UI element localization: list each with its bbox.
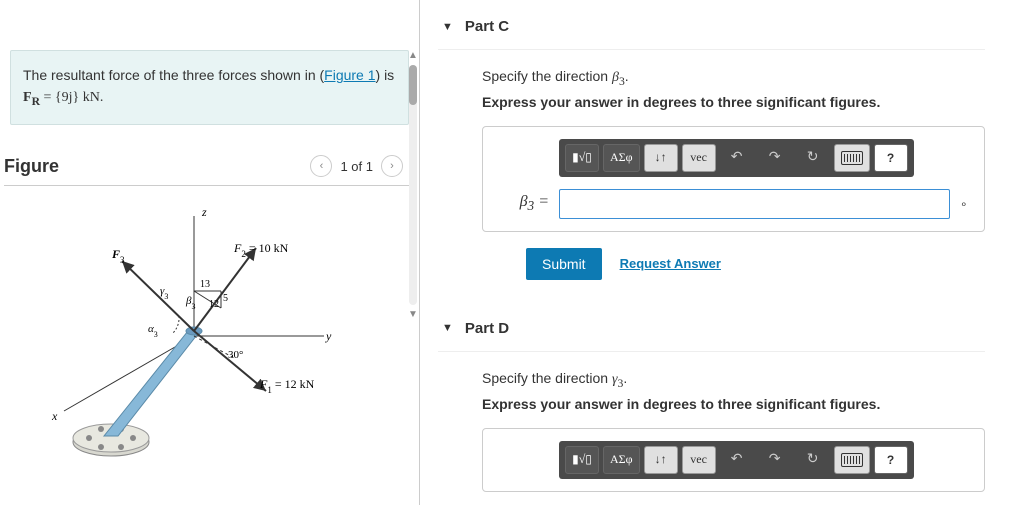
figure-link[interactable]: Figure 1 bbox=[324, 67, 375, 83]
undo-button[interactable]: ↶ bbox=[720, 446, 754, 474]
gamma3sub: 3 bbox=[164, 292, 168, 301]
keyboard-icon bbox=[841, 151, 863, 165]
part-d-question: Specify the direction γ3. bbox=[482, 370, 985, 390]
caret-down-icon: ▼ bbox=[442, 322, 453, 334]
reset-button[interactable]: ↻ bbox=[796, 446, 830, 474]
redo-button[interactable]: ↷ bbox=[758, 144, 792, 172]
answer-var-label: β3 = bbox=[503, 193, 549, 214]
equation-sub: R bbox=[32, 95, 40, 108]
figure-nav-text: 1 of 1 bbox=[340, 159, 373, 174]
figure-nav: ‹ 1 of 1 › bbox=[310, 155, 403, 177]
right-panel: ▼ Part C Specify the direction β3. Expre… bbox=[420, 0, 1009, 505]
subsup-button[interactable]: ↓↑ bbox=[644, 144, 678, 172]
axis-y: y bbox=[325, 329, 332, 343]
svg-text:α3: α3 bbox=[148, 323, 158, 339]
vec-button[interactable]: vec bbox=[682, 446, 716, 474]
equation-lhs: F bbox=[23, 90, 32, 105]
svg-text:F2 = 10 kN: F2 = 10 kN bbox=[233, 241, 289, 259]
answer-input[interactable] bbox=[559, 189, 950, 219]
greek-button[interactable]: ΑΣφ bbox=[603, 446, 640, 474]
part-c-header[interactable]: ▼ Part C bbox=[438, 0, 985, 50]
request-answer-link[interactable]: Request Answer bbox=[620, 256, 721, 271]
axis-x: x bbox=[51, 409, 58, 423]
scroll-down-icon: ▼ bbox=[408, 309, 418, 320]
left-panel: The resultant force of the three forces … bbox=[0, 0, 420, 505]
part-d-instruction: Express your answer in degrees to three … bbox=[482, 396, 985, 412]
svg-text:F3: F3 bbox=[111, 247, 125, 265]
tri-13: 13 bbox=[200, 279, 210, 290]
part-c-question: Specify the direction β3. bbox=[482, 68, 985, 88]
tri-12: 12 bbox=[209, 299, 219, 310]
part-c-body: Specify the direction β3. Express your a… bbox=[438, 50, 985, 302]
part-d-header[interactable]: ▼ Part D bbox=[438, 302, 985, 352]
alpha3sub: 3 bbox=[154, 330, 158, 339]
greek-button[interactable]: ΑΣφ bbox=[603, 144, 640, 172]
help-button[interactable]: ? bbox=[874, 144, 908, 172]
figure-svg: z y x bbox=[4, 186, 404, 476]
caret-down-icon: ▼ bbox=[442, 21, 453, 33]
vec-button[interactable]: vec bbox=[682, 144, 716, 172]
beta3sub: 3 bbox=[191, 302, 195, 311]
angle-30: 30° bbox=[228, 349, 243, 361]
submit-button[interactable]: Submit bbox=[526, 248, 602, 280]
template-button[interactable]: ▮√▯ bbox=[565, 446, 599, 474]
answer-unit: ∘ bbox=[960, 197, 972, 211]
axis-z: z bbox=[201, 205, 207, 219]
keyboard-button[interactable] bbox=[834, 446, 870, 474]
scroll-up-icon: ▲ bbox=[408, 50, 418, 61]
F1val: = 12 kN bbox=[272, 377, 315, 391]
keyboard-button[interactable] bbox=[834, 144, 870, 172]
problem-statement: The resultant force of the three forces … bbox=[10, 50, 409, 125]
figure-title: Figure bbox=[4, 156, 59, 177]
undo-button[interactable]: ↶ bbox=[720, 144, 754, 172]
F2val: = 10 kN bbox=[246, 241, 289, 255]
tri-5: 5 bbox=[223, 293, 228, 304]
figure-body: z y x bbox=[4, 186, 404, 476]
help-button[interactable]: ? bbox=[874, 446, 908, 474]
figure-scroll[interactable]: ▲ ▼ bbox=[409, 50, 417, 320]
equation-rhs: = {9j} kN. bbox=[40, 90, 103, 105]
figure-prev-button[interactable]: ‹ bbox=[310, 155, 332, 177]
keyboard-icon bbox=[841, 453, 863, 467]
part-c-instruction: Express your answer in degrees to three … bbox=[482, 94, 985, 110]
redo-button[interactable]: ↷ bbox=[758, 446, 792, 474]
svg-text:F1 = 12 kN: F1 = 12 kN bbox=[259, 377, 315, 395]
part-c-answer-box: ▮√▯ ΑΣφ ↓↑ vec ↶ ↷ ↻ ? β3 = ∘ bbox=[482, 126, 985, 232]
F3: F bbox=[111, 247, 120, 261]
F3sub: 3 bbox=[120, 255, 125, 265]
part-c-title: Part C bbox=[465, 18, 509, 35]
template-button[interactable]: ▮√▯ bbox=[565, 144, 599, 172]
reset-button[interactable]: ↻ bbox=[796, 144, 830, 172]
figure-next-button[interactable]: › bbox=[381, 155, 403, 177]
problem-text-prefix: The resultant force of the three forces … bbox=[23, 67, 324, 83]
equation-toolbar-d: ▮√▯ ΑΣφ ↓↑ vec ↶ ↷ ↻ ? bbox=[559, 441, 914, 479]
part-d-title: Part D bbox=[465, 320, 509, 337]
problem-text-suffix: ) is bbox=[376, 67, 395, 83]
part-d-answer-box: ▮√▯ ΑΣφ ↓↑ vec ↶ ↷ ↻ ? bbox=[482, 428, 985, 492]
subsup-button[interactable]: ↓↑ bbox=[644, 446, 678, 474]
equation-toolbar: ▮√▯ ΑΣφ ↓↑ vec ↶ ↷ ↻ ? bbox=[559, 139, 914, 177]
part-d-body: Specify the direction γ3. Express your a… bbox=[438, 352, 985, 492]
figure-section: Figure ‹ 1 of 1 › z y bbox=[4, 155, 409, 476]
